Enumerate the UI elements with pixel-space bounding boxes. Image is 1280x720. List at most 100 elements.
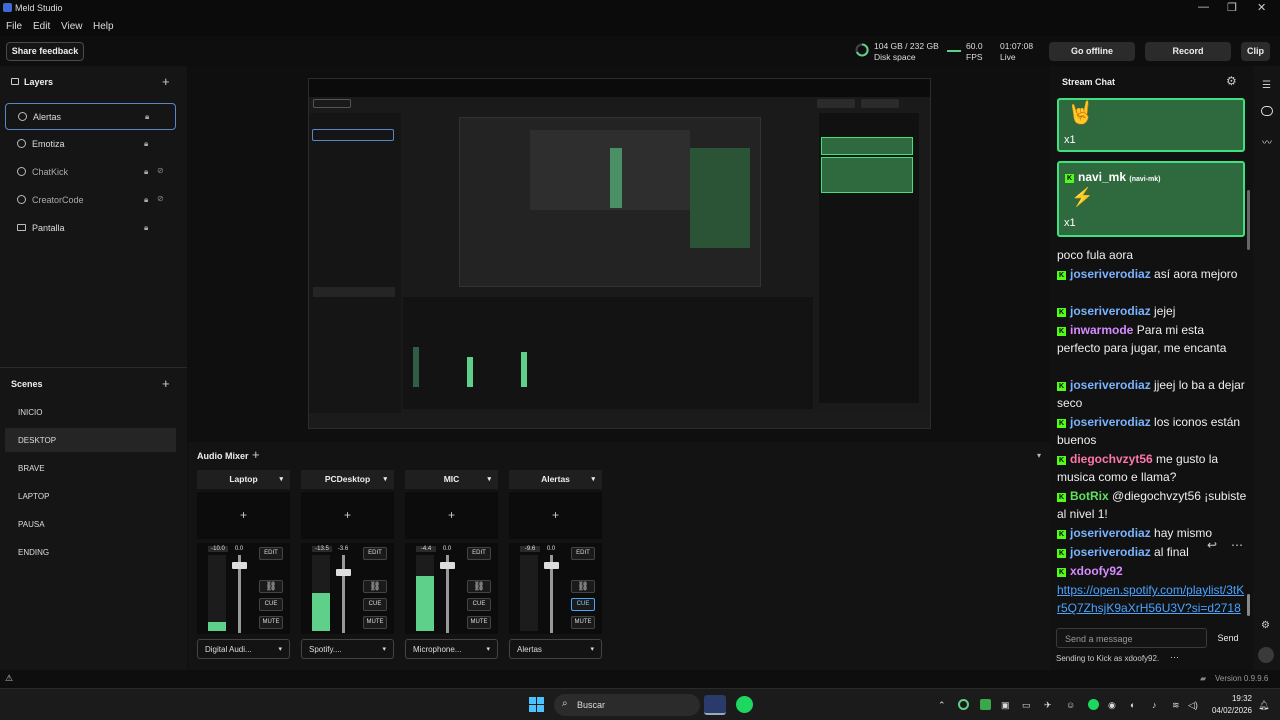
chat-username[interactable]: inwarmode (1070, 323, 1133, 337)
tray-spotify-icon[interactable] (1088, 699, 1099, 710)
link-icon[interactable]: ⛓ (363, 580, 387, 593)
tray-app-icon[interactable]: ▣ (1001, 700, 1010, 711)
device-select[interactable]: Spotify.... ▾ (301, 639, 394, 659)
menu-edit[interactable]: Edit (33, 21, 50, 32)
device-select[interactable]: Digital Audi... ▾ (197, 639, 290, 659)
menu-help[interactable]: Help (93, 21, 114, 32)
lock-icon[interactable]: 🔒︎ (144, 167, 148, 177)
windows-start-icon[interactable] (529, 697, 544, 712)
scene-item-brave[interactable]: BRAVE (5, 456, 176, 480)
chat-username[interactable]: BotRix (1070, 489, 1109, 503)
chat-message[interactable]: Kjoseriverodiaz los iconos están buenos (1057, 413, 1247, 449)
mute-button[interactable]: MUTE (259, 616, 283, 629)
strip-name[interactable]: MIC ▾ (405, 470, 498, 489)
record-button[interactable]: Record (1145, 42, 1231, 61)
fader-knob[interactable] (232, 562, 247, 569)
chat-username[interactable]: joseriverodiaz (1070, 415, 1151, 429)
go-offline-button[interactable]: Go offline (1049, 42, 1135, 61)
chat-username[interactable]: joseriverodiaz (1070, 304, 1151, 318)
lock-icon[interactable]: 🔒︎ (144, 195, 148, 205)
mute-button[interactable]: MUTE (363, 616, 387, 629)
cue-button[interactable]: CUE (571, 598, 595, 611)
chat-input[interactable]: Send a message (1056, 628, 1207, 648)
chat-link[interactable]: https://open.spotify.com/playlist/3tKr5Q… (1057, 581, 1247, 616)
layer-item-pantalla[interactable]: Pantalla 🔒︎ (5, 215, 176, 242)
edit-button[interactable]: EDIT (571, 547, 595, 560)
volume-fader[interactable] (440, 555, 455, 633)
volume-icon[interactable]: ◁) (1188, 700, 1198, 711)
minimize-icon[interactable]: — (1198, 1, 1209, 13)
volume-fader[interactable] (336, 555, 351, 633)
tray-app-icon[interactable] (958, 699, 969, 710)
chat-message[interactable]: Kjoseriverodiaz hay mismo (1057, 524, 1247, 542)
chat-message[interactable]: Kxdoofy92 (1057, 562, 1247, 580)
volume-fader[interactable] (544, 555, 559, 633)
chat-message[interactable]: K BotRix @diegochvzyt56 ¡subiste al nivel… (1057, 487, 1247, 523)
link-icon[interactable]: ⛓ (259, 580, 283, 593)
chat-scrollbar[interactable] (1247, 594, 1250, 616)
tray-app-icon[interactable]: ▭ (1022, 700, 1031, 711)
settings-gear-icon[interactable]: ⚙ (1261, 620, 1270, 631)
avatar[interactable] (1258, 647, 1274, 663)
chat-settings-gear-icon[interactable]: ⚙ (1226, 74, 1237, 88)
add-filter-button[interactable]: + (301, 492, 394, 539)
close-icon[interactable]: ✕ (1257, 1, 1266, 14)
hidden-eye-icon[interactable]: ⊘ (157, 166, 164, 175)
add-audio-source-button[interactable]: + (252, 447, 260, 462)
add-filter-button[interactable]: + (405, 492, 498, 539)
layer-item-chatkick[interactable]: ChatKick 🔒︎ ⊘ (5, 159, 176, 186)
lock-icon[interactable]: 🔒︎ (145, 112, 149, 122)
tray-overflow-chevron-icon[interactable]: ⌃ (938, 700, 946, 711)
strip-name[interactable]: Alertas ▾ (509, 470, 602, 489)
scene-item-inicio[interactable]: INICIO (5, 400, 176, 424)
scene-item-ending[interactable]: ENDING (5, 540, 176, 564)
audio-wave-icon[interactable]: 〰 (1262, 134, 1272, 149)
chat-message[interactable]: Kdiegochvzyt56 me gusto la musica como e… (1057, 450, 1247, 486)
fader-knob[interactable] (336, 569, 351, 576)
sending-options-icon[interactable]: ⋯ (1170, 652, 1179, 663)
add-layer-button[interactable]: + (162, 74, 170, 89)
edit-button[interactable]: EDIT (363, 547, 387, 560)
chat-message-list[interactable]: poco fula aora Kjoseriverodiaz así aora m… (1050, 246, 1253, 616)
fader-knob[interactable] (440, 562, 455, 569)
scene-item-laptop[interactable]: LAPTOP (5, 484, 176, 508)
chat-message[interactable]: Kinwarmode Para mi esta perfecto para ju… (1057, 321, 1247, 357)
chat-username[interactable]: joseriverodiaz (1070, 545, 1151, 559)
preview-canvas[interactable] (308, 78, 931, 429)
chat-message[interactable]: Kjoseriverodiaz así aora mejoro (1057, 265, 1247, 283)
chevron-down-icon[interactable]: ▾ (487, 470, 491, 489)
chat-message[interactable]: Kjoseriverodiaz al final (1057, 543, 1247, 561)
clip-button[interactable]: Clip (1241, 42, 1270, 61)
tray-app-icon[interactable]: ✈ (1044, 700, 1052, 711)
device-select[interactable]: Microphone... ▾ (405, 639, 498, 659)
wifi-icon[interactable]: ≋ (1172, 700, 1180, 711)
edit-button[interactable]: EDIT (467, 547, 491, 560)
chat-username[interactable]: xdoofy92 (1070, 564, 1123, 578)
scene-item-desktop[interactable]: DESKTOP (5, 428, 176, 452)
clock-time[interactable]: 19:32 (1226, 694, 1252, 703)
chevron-down-icon[interactable]: ▾ (383, 470, 387, 489)
cue-button[interactable]: CUE (259, 598, 283, 611)
link-icon[interactable]: ⛓ (467, 580, 491, 593)
scene-item-pausa[interactable]: PAUSA (5, 512, 176, 536)
strip-name[interactable]: PCDesktop ▾ (301, 470, 394, 489)
chat-bubble-icon[interactable] (1261, 106, 1273, 116)
collapse-chevron-icon[interactable]: ▾ (1037, 451, 1041, 460)
fader-knob[interactable] (544, 562, 559, 569)
notification-bell-icon[interactable]: 🔔︎ (1258, 700, 1269, 711)
spotify-taskbar-icon[interactable] (736, 696, 753, 713)
cue-button[interactable]: CUE (363, 598, 387, 611)
layer-item-creatorcode[interactable]: CreatorCode 🔒︎ ⊘ (5, 187, 176, 214)
add-filter-button[interactable]: + (509, 492, 602, 539)
layer-item-alertas[interactable]: Alertas 🔒︎ (5, 103, 176, 130)
link-icon[interactable]: ⛓ (571, 580, 595, 593)
reply-icon[interactable]: ↩ (1207, 538, 1217, 552)
taskbar-search-input[interactable]: ⌕ Buscar (554, 694, 700, 716)
tray-app-icon[interactable]: ◐ (1130, 700, 1135, 710)
menu-file[interactable]: File (6, 21, 22, 32)
strip-name[interactable]: Laptop ▾ (197, 470, 290, 489)
tray-mic-icon[interactable]: ♪ (1152, 700, 1157, 710)
meld-taskbar-icon[interactable] (704, 695, 726, 715)
tray-app-icon[interactable]: ☺ (1066, 700, 1075, 710)
device-select[interactable]: Alertas ▾ (509, 639, 602, 659)
